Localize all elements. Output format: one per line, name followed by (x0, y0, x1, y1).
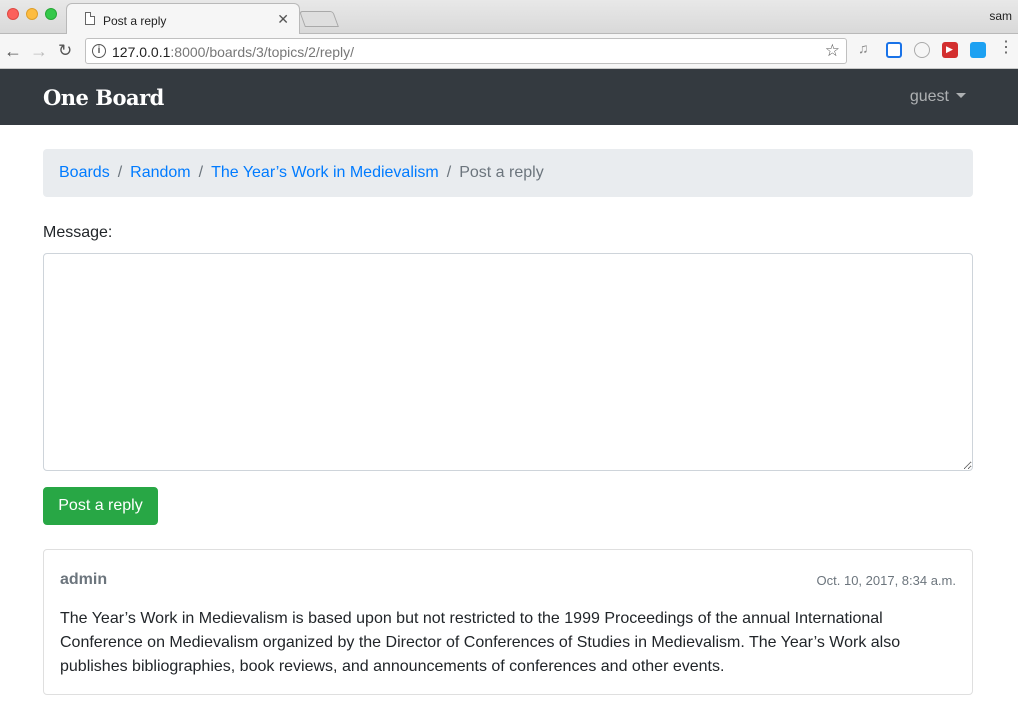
url-host: 127.0.0.1 (112, 44, 171, 60)
browser-tab[interactable]: Post a reply ✕ (66, 3, 300, 35)
document-icon (85, 12, 95, 25)
breadcrumb-separator: / (446, 164, 452, 181)
brand-logo[interactable]: One Board (43, 85, 164, 110)
menu-dots-icon[interactable]: ⋮ (998, 40, 1014, 56)
user-dropdown[interactable]: guest (910, 88, 966, 106)
breadcrumb-current: Post a reply (459, 164, 544, 181)
browser-tab-bar: Post a reply ✕ sam (0, 0, 1018, 35)
star-icon[interactable]: ☆ (825, 41, 840, 61)
address-bar[interactable]: i 127.0.0.1:8000/boards/3/topics/2/reply… (85, 38, 847, 64)
close-window-button[interactable] (7, 8, 19, 20)
info-icon[interactable]: i (92, 44, 106, 58)
user-name: guest (909, 88, 949, 105)
caret-down-icon (956, 93, 966, 98)
message-textarea[interactable] (43, 253, 973, 471)
maximize-window-button[interactable] (45, 8, 57, 20)
post-card: admin Oct. 10, 2017, 8:34 a.m. The Year’… (43, 549, 973, 695)
circle-extension-icon[interactable] (914, 42, 930, 58)
media-extension-icon[interactable] (942, 42, 958, 58)
music-extension-icon[interactable]: ♫ (858, 40, 874, 56)
screenshot-extension-icon[interactable] (886, 42, 902, 58)
breadcrumb-separator: / (117, 164, 123, 181)
browser-toolbar: ← → ↻ i 127.0.0.1:8000/boards/3/topics/2… (0, 34, 1018, 69)
post-body: The Year’s Work in Medievalism is based … (60, 610, 901, 675)
breadcrumb-board[interactable]: Random (130, 164, 190, 181)
url-path: :8000/boards/3/topics/2/reply/ (170, 44, 355, 60)
app-navbar: One Board guest (0, 69, 1018, 125)
post-reply-button[interactable]: Post a reply (43, 487, 158, 525)
reader-extension-icon[interactable] (970, 42, 986, 58)
minimize-window-button[interactable] (26, 8, 38, 20)
post-author: admin (60, 571, 108, 588)
close-icon[interactable]: ✕ (277, 11, 289, 27)
tab-title: Post a reply (103, 14, 167, 28)
forward-icon[interactable]: → (30, 41, 48, 61)
message-label: Message: (43, 224, 113, 241)
profile-name[interactable]: sam (989, 9, 1012, 23)
breadcrumb-topic[interactable]: The Year’s Work in Medievalism (211, 164, 439, 181)
url-text[interactable]: 127.0.0.1:8000/boards/3/topics/2/reply/ (112, 44, 354, 60)
new-tab-button[interactable] (299, 11, 339, 27)
back-icon[interactable]: ← (4, 41, 22, 61)
breadcrumb-boards[interactable]: Boards (59, 164, 110, 181)
breadcrumb: Boards / Random / The Year’s Work in Medieva… (43, 149, 973, 197)
post-date: Oct. 10, 2017, 8:34 a.m. (816, 573, 956, 588)
breadcrumb-separator: / (198, 164, 204, 181)
reload-icon[interactable]: ↻ (58, 41, 72, 61)
